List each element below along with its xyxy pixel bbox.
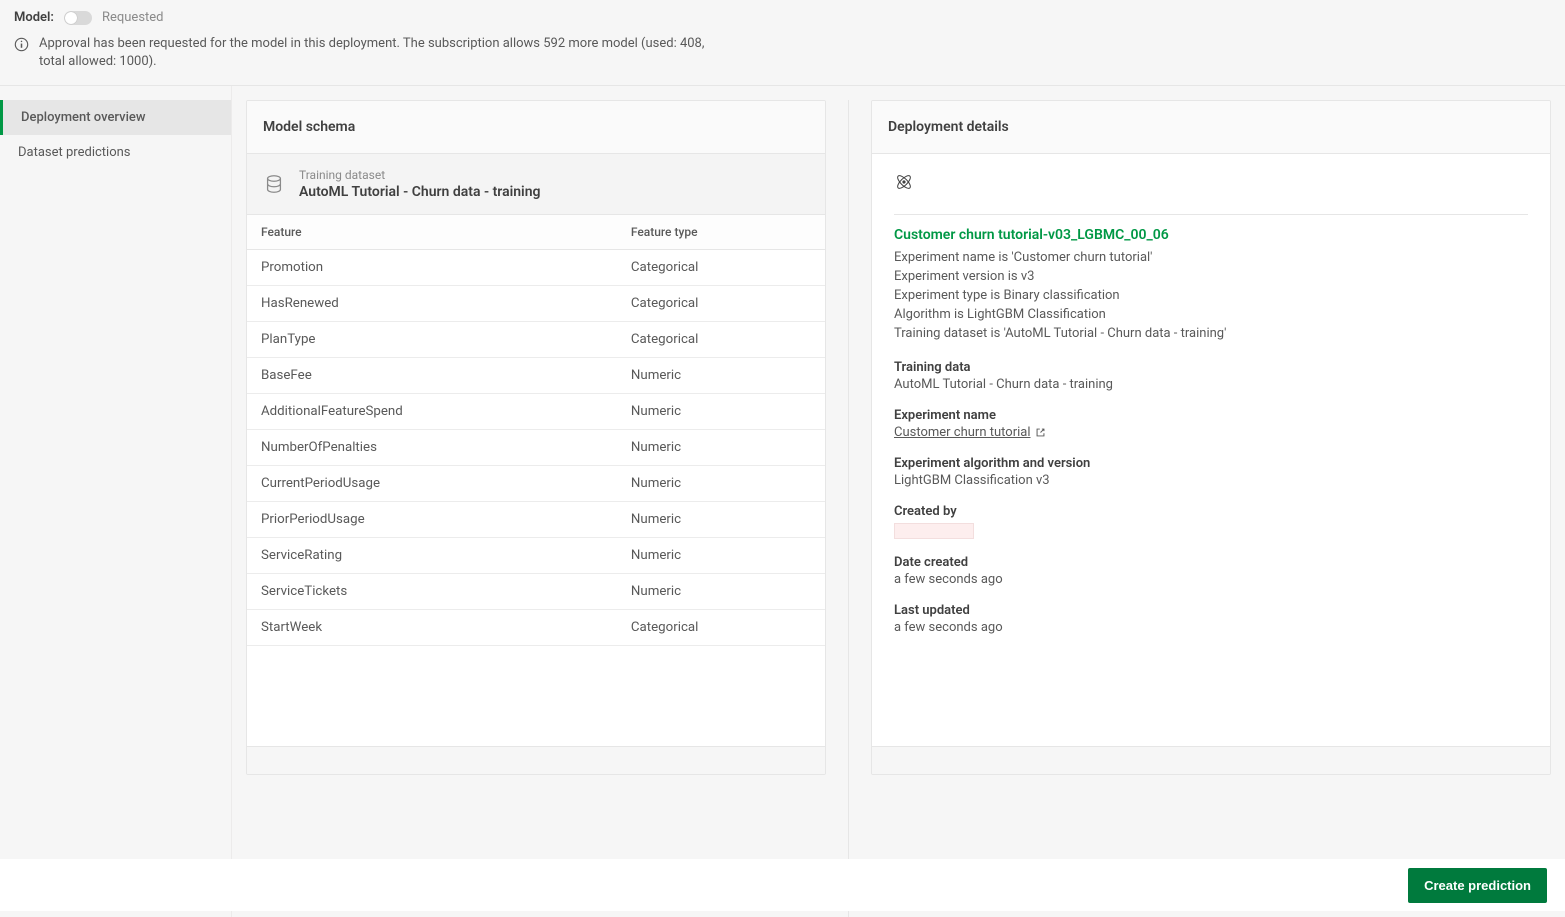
- details-line: Algorithm is LightGBM Classification: [894, 306, 1528, 325]
- details-header: Deployment details: [872, 101, 1550, 154]
- deployment-details-card: Deployment details Customer churn tutori…: [871, 100, 1551, 775]
- external-link-icon: [1035, 427, 1046, 438]
- feature-cell: PriorPeriodUsage: [247, 502, 617, 538]
- table-row: ServiceTicketsNumeric: [247, 574, 825, 610]
- feature-type-cell: Numeric: [617, 538, 825, 574]
- details-line: Experiment version is v3: [894, 268, 1528, 287]
- training-data-label: Training data: [894, 360, 1528, 375]
- date-created-label: Date created: [894, 555, 1528, 570]
- create-prediction-button[interactable]: Create prediction: [1408, 868, 1547, 903]
- sidebar: Deployment overview Dataset predictions …: [0, 86, 232, 917]
- top-bar: Model: Requested Approval has been reque…: [0, 0, 1565, 86]
- training-data-value: AutoML Tutorial - Churn data - training: [894, 377, 1528, 392]
- feature-type-cell: Numeric: [617, 430, 825, 466]
- experiment-link[interactable]: Customer churn tutorial: [894, 425, 1046, 440]
- table-row: BaseFeeNumeric: [247, 358, 825, 394]
- feature-cell: ServiceTickets: [247, 574, 617, 610]
- feature-cell: AdditionalFeatureSpend: [247, 394, 617, 430]
- feature-type-cell: Categorical: [617, 322, 825, 358]
- model-status-row: Model: Requested: [14, 10, 1551, 25]
- feature-cell: Promotion: [247, 250, 617, 286]
- model-schema-header: Model schema: [247, 101, 825, 154]
- feature-cell: BaseFee: [247, 358, 617, 394]
- last-updated-value: a few seconds ago: [894, 620, 1528, 635]
- date-created-value: a few seconds ago: [894, 572, 1528, 587]
- table-row: PromotionCategorical: [247, 250, 825, 286]
- table-row: HasRenewedCategorical: [247, 286, 825, 322]
- details-line: Training dataset is 'AutoML Tutorial - C…: [894, 325, 1528, 344]
- algorithm-value: LightGBM Classification v3: [894, 473, 1528, 488]
- bottom-bar: Create prediction: [0, 859, 1565, 911]
- created-by-label: Created by: [894, 504, 1528, 519]
- feature-type-cell: Numeric: [617, 502, 825, 538]
- feature-type-cell: Numeric: [617, 394, 825, 430]
- model-label: Model:: [14, 10, 54, 25]
- schema-table: Feature Feature type PromotionCategorica…: [247, 215, 825, 646]
- experiment-link-text: Customer churn tutorial: [894, 425, 1031, 440]
- feature-type-cell: Numeric: [617, 358, 825, 394]
- sidebar-item-overview[interactable]: Deployment overview: [0, 100, 231, 135]
- model-name: Customer churn tutorial-v03_LGBMC_00_06: [894, 227, 1528, 243]
- sidebar-item-predictions[interactable]: Dataset predictions: [0, 135, 231, 170]
- feature-type-cell: Numeric: [617, 574, 825, 610]
- schema-footer: [247, 746, 825, 774]
- info-icon: [14, 37, 29, 52]
- table-row: CurrentPeriodUsageNumeric: [247, 466, 825, 502]
- col-feature-type: Feature type: [617, 215, 825, 250]
- table-row: StartWeekCategorical: [247, 610, 825, 646]
- model-schema-card: Model schema Training dataset AutoML Tut…: [246, 100, 826, 775]
- created-by-value: [894, 523, 974, 539]
- feature-type-cell: Categorical: [617, 250, 825, 286]
- table-row: AdditionalFeatureSpendNumeric: [247, 394, 825, 430]
- training-dataset-name: AutoML Tutorial - Churn data - training: [299, 184, 540, 200]
- details-footer: [872, 746, 1550, 774]
- training-dataset-label: Training dataset: [299, 168, 540, 182]
- details-line: Experiment type is Binary classification: [894, 287, 1528, 306]
- feature-type-cell: Categorical: [617, 286, 825, 322]
- feature-cell: StartWeek: [247, 610, 617, 646]
- details-line: Experiment name is 'Customer churn tutor…: [894, 249, 1528, 268]
- last-updated-label: Last updated: [894, 603, 1528, 618]
- table-row: PriorPeriodUsageNumeric: [247, 502, 825, 538]
- algorithm-label: Experiment algorithm and version: [894, 456, 1528, 471]
- table-row: PlanTypeCategorical: [247, 322, 825, 358]
- model-toggle[interactable]: [64, 11, 92, 25]
- training-dataset-row: Training dataset AutoML Tutorial - Churn…: [247, 154, 825, 215]
- feature-type-cell: Numeric: [617, 466, 825, 502]
- approval-info: Approval has been requested for the mode…: [14, 35, 714, 71]
- experiment-name-label: Experiment name: [894, 408, 1528, 423]
- feature-cell: NumberOfPenalties: [247, 430, 617, 466]
- feature-cell: PlanType: [247, 322, 617, 358]
- feature-type-cell: Categorical: [617, 610, 825, 646]
- feature-cell: CurrentPeriodUsage: [247, 466, 617, 502]
- feature-cell: ServiceRating: [247, 538, 617, 574]
- approval-text: Approval has been requested for the mode…: [39, 35, 714, 71]
- table-row: NumberOfPenaltiesNumeric: [247, 430, 825, 466]
- col-feature: Feature: [247, 215, 617, 250]
- database-icon: [263, 173, 285, 195]
- table-row: ServiceRatingNumeric: [247, 538, 825, 574]
- model-status: Requested: [102, 10, 164, 25]
- feature-cell: HasRenewed: [247, 286, 617, 322]
- atom-icon: [894, 172, 914, 192]
